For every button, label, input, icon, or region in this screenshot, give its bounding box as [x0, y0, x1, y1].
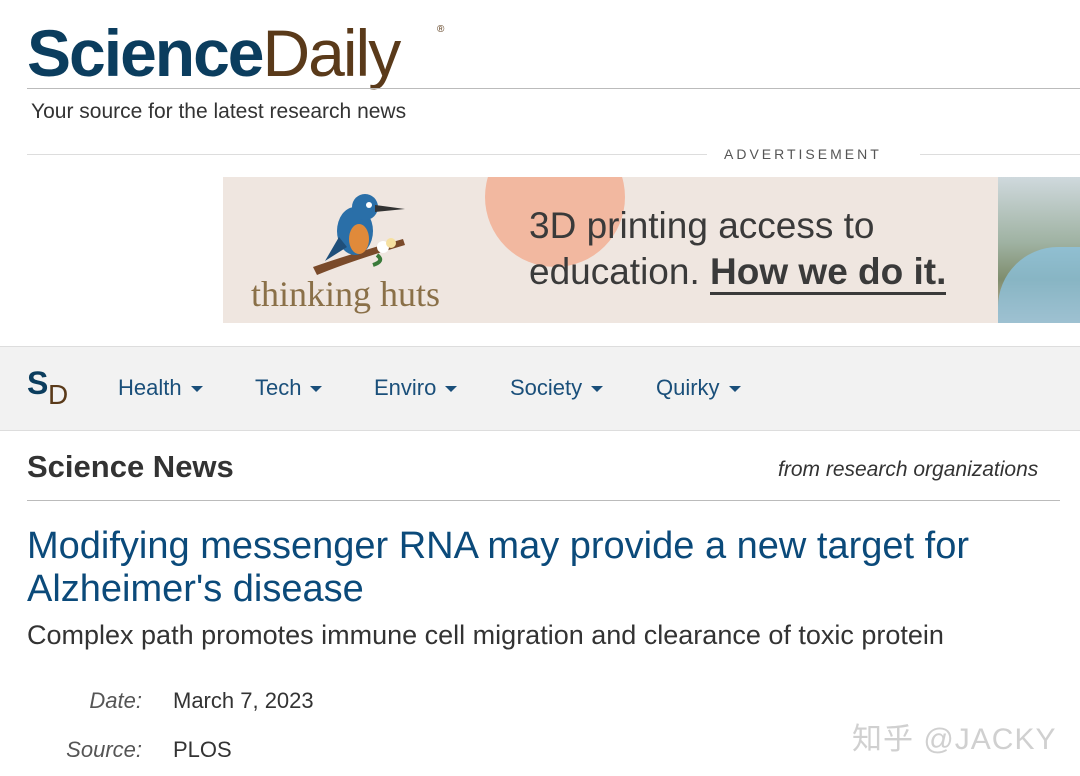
nav-item-enviro[interactable]: Enviro: [374, 375, 458, 401]
chevron-down-icon: [591, 386, 604, 393]
nav-item-label: Tech: [255, 375, 302, 400]
nav-item-label: Enviro: [374, 375, 437, 400]
ad-copy-line1: 3D printing access to: [529, 205, 875, 246]
logo-science: Science: [27, 16, 264, 90]
nav-item-tech[interactable]: Tech: [255, 375, 323, 401]
ad-divider-right: [920, 154, 1080, 155]
nav-item-label: Society: [510, 375, 583, 400]
nav-item-health[interactable]: Health: [118, 375, 203, 401]
logo-daily: Daily: [262, 16, 402, 90]
ad-copy-line2: education. How we do it.: [529, 251, 947, 295]
ad-brand-name: thinking huts: [251, 274, 441, 314]
header-divider: [27, 88, 1080, 89]
chevron-down-icon: [310, 386, 323, 393]
ad-copy-plain: education.: [529, 251, 700, 292]
chevron-down-icon: [728, 386, 741, 393]
date-label: Date:: [89, 688, 142, 713]
advertisement-label: ADVERTISEMENT: [724, 146, 882, 162]
nav-item-society[interactable]: Society: [510, 375, 604, 401]
advertisement-banner[interactable]: thinking huts 3D printing access to educ…: [223, 177, 1080, 323]
section-divider: [27, 500, 1060, 501]
kingfisher-icon: [313, 194, 405, 275]
main-navigation: S D Health Tech Enviro Society Quirky: [0, 346, 1080, 431]
chevron-down-icon: [445, 386, 458, 393]
article-subheadline: Complex path promotes immune cell migrat…: [27, 620, 944, 650]
chevron-down-icon: [190, 386, 203, 393]
watermark: 知乎 @JACKY: [852, 723, 1057, 756]
nav-logo-d: D: [48, 379, 69, 410]
source-value: PLOS: [173, 737, 232, 762]
nav-item-label: Quirky: [656, 375, 720, 400]
ad-copy-bold[interactable]: How we do it.: [710, 251, 947, 295]
nav-item-label: Health: [118, 375, 182, 400]
date-value: March 7, 2023: [173, 688, 314, 713]
registered-mark: ®: [437, 24, 445, 35]
nav-home-logo[interactable]: S D: [27, 365, 75, 413]
nav-logo-s: S: [27, 365, 49, 401]
source-label: Source:: [66, 737, 142, 762]
article-headline: Modifying messenger RNA may provide a ne…: [27, 525, 969, 610]
site-tagline: Your source for the latest research news: [31, 100, 407, 123]
section-subtitle: from research organizations: [778, 458, 1039, 481]
section-title[interactable]: Science News: [27, 449, 234, 485]
site-header: ScienceDaily ® Your source for the lates…: [0, 0, 1080, 140]
nav-item-quirky[interactable]: Quirky: [656, 375, 741, 401]
ad-divider-left: [27, 154, 707, 155]
site-logo[interactable]: ScienceDaily: [27, 14, 402, 92]
